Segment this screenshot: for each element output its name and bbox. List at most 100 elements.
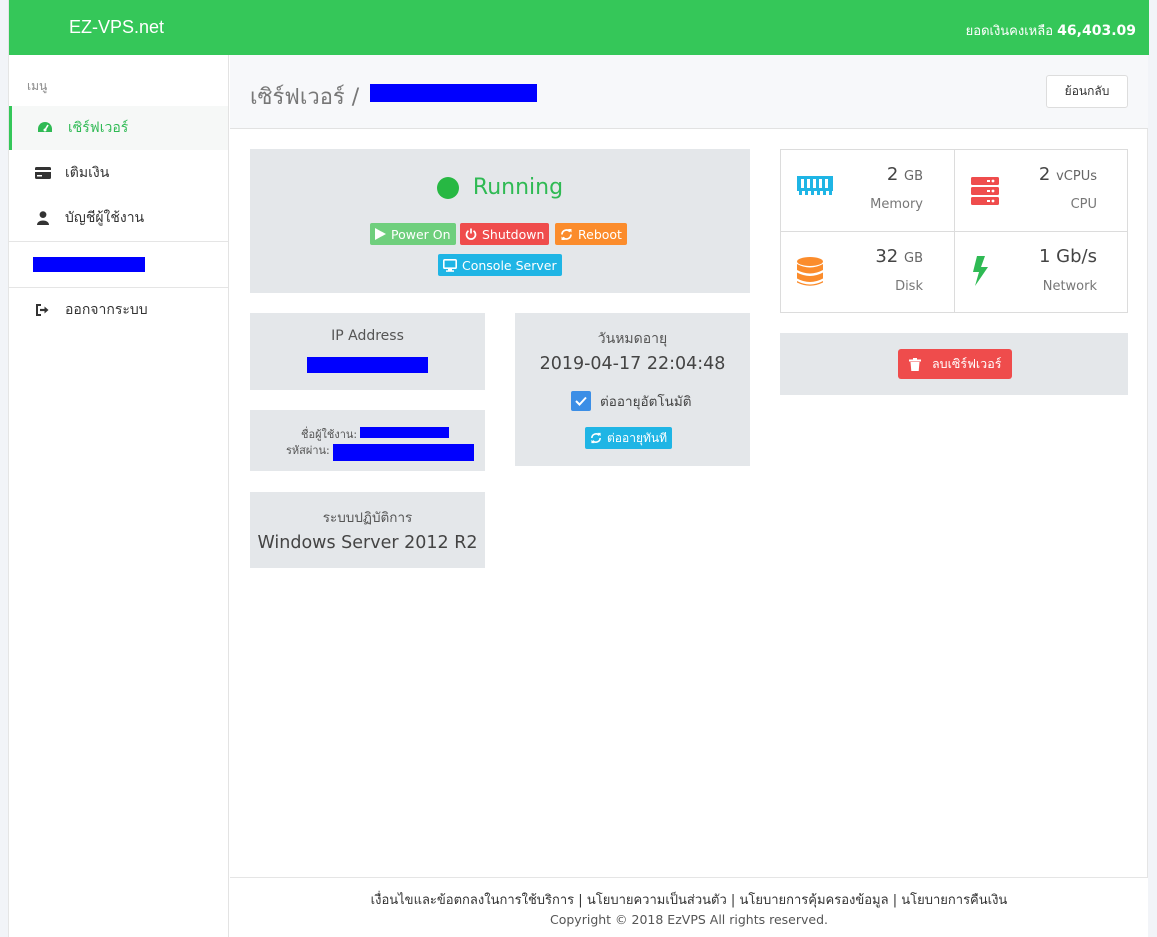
network-value: 1 Gb/s [1039, 246, 1097, 267]
power-on-button[interactable]: Power On [370, 223, 456, 245]
sidebar-item-logout[interactable]: ออกจากระบบ [9, 288, 228, 332]
sidebar-item-label: ออกจากระบบ [65, 302, 148, 318]
sidebar: เมนู เซิร์ฟเวอร์ เติมเงิน บัญชีผู้ใช้งาน [9, 55, 229, 937]
footer-link-privacy[interactable]: นโยบายความเป็นส่วนตัว [587, 893, 727, 908]
cpu-number: 2 [1038, 164, 1051, 185]
cpu-unit: vCPUs [1056, 169, 1097, 184]
renew-now-label: ต่ออายุทันที [607, 430, 667, 445]
spec-network: 1 Gb/s Network [955, 232, 1128, 313]
sidebar-item-label: เซิร์ฟเวอร์ [68, 120, 129, 136]
redacted-ip-address [307, 357, 428, 373]
sidebar-divider [9, 241, 228, 242]
shutdown-label: Shutdown [482, 226, 545, 242]
balance-amount: 46,403.09 [1057, 23, 1136, 39]
network-label: Network [1042, 279, 1097, 294]
refresh-icon [591, 432, 601, 444]
footer: เงื่อนไขและข้อตกลงในการใช้บริการ | นโยบา… [230, 877, 1148, 937]
ip-address-label: IP Address [331, 328, 404, 344]
specs-grid: 2 GB Memory 2 vCPUs CPU 32 GB Disk 1 Gb/… [780, 149, 1128, 313]
cpu-value: 2 vCPUs [1039, 164, 1097, 185]
app-frame: EZ-VPS.net ยอดเงินคงเหลือ 46,403.09 เมนู… [8, 0, 1149, 937]
database-icon [797, 257, 823, 286]
sidebar-heading: เมนู [27, 79, 48, 93]
status-text: Running [472, 175, 564, 200]
page-title: เซิร์ฟเวอร์ / [250, 79, 359, 114]
status-panel: Running Power On Shutdown Reboot Console… [250, 149, 750, 293]
redacted-username [360, 427, 449, 438]
running-status-icon [436, 176, 459, 199]
auto-renew-checkbox[interactable] [571, 391, 591, 411]
footer-separator: | [574, 893, 587, 908]
footer-copyright: Copyright © 2018 EzVPS All rights reserv… [550, 912, 828, 927]
status-line: Running [250, 175, 750, 200]
desktop-icon [443, 258, 457, 272]
back-button[interactable]: ย้อนกลับ [1046, 75, 1128, 108]
dashboard-icon [12, 121, 68, 135]
page-title-text: เซิร์ฟเวอร์ / [250, 85, 360, 110]
memory-icon [797, 176, 833, 195]
credit-card-icon [9, 167, 65, 179]
footer-link-terms[interactable]: เงื่อนไขและข้อตกลงในการใช้บริการ [371, 893, 575, 908]
footer-links: เงื่อนไขและข้อตกลงในการใช้บริการ | นโยบา… [230, 889, 1148, 910]
reboot-button[interactable]: Reboot [555, 223, 627, 245]
power-icon [465, 228, 477, 240]
spec-memory: 2 GB Memory [781, 150, 954, 231]
password-label: รหัสผ่าน: [286, 444, 330, 457]
top-navbar: EZ-VPS.net ยอดเงินคงเหลือ 46,403.09 [9, 0, 1149, 55]
ip-address-panel: IP Address [250, 313, 485, 390]
disk-value: 32 GB [875, 246, 923, 267]
sidebar-item-servers[interactable]: เซิร์ฟเวอร์ [9, 106, 228, 150]
shutdown-button[interactable]: Shutdown [460, 223, 550, 245]
trash-icon [909, 357, 921, 371]
brand-logo[interactable]: EZ-VPS.net [69, 17, 164, 38]
footer-separator: | [888, 893, 902, 908]
reboot-label: Reboot [578, 226, 622, 242]
memory-label: Memory [870, 197, 923, 212]
expiry-panel: วันหมดอายุ 2019-04-17 22:04:48 ต่ออายุอั… [515, 313, 750, 466]
spec-cpu: 2 vCPUs CPU [955, 150, 1128, 231]
memory-number: 2 [886, 164, 899, 185]
console-server-button[interactable]: Console Server [438, 254, 562, 276]
auto-renew-label: ต่ออายุอัตโนมัติ [600, 394, 692, 410]
os-panel: ระบบปฏิบัติการ Windows Server 2012 R2 [250, 492, 485, 568]
balance-label: ยอดเงินคงเหลือ [965, 24, 1054, 39]
memory-value: 2 GB [887, 164, 923, 185]
play-icon [375, 228, 386, 240]
sidebar-item-topup[interactable]: เติมเงิน [9, 151, 228, 195]
sidebar-item-account[interactable]: บัญชีผู้ใช้งาน [9, 196, 228, 240]
user-icon [9, 211, 65, 225]
credentials-panel: ชื่อผู้ใช้งาน: รหัสผ่าน: [250, 410, 485, 471]
page-header: เซิร์ฟเวอร์ / ย้อนกลับ [230, 55, 1148, 129]
memory-unit: GB [904, 169, 923, 184]
disk-unit: GB [904, 251, 923, 266]
power-on-label: Power On [391, 226, 451, 242]
server-icon [971, 177, 999, 205]
cpu-label: CPU [1070, 197, 1097, 212]
redacted-user-block [33, 257, 145, 272]
disk-label: Disk [895, 279, 923, 294]
refresh-icon [561, 228, 572, 240]
auto-renew-row: ต่ออายุอัตโนมัติ [571, 390, 692, 412]
footer-separator: | [726, 893, 740, 908]
console-server-label: Console Server [462, 257, 557, 273]
balance-display: ยอดเงินคงเหลือ 46,403.09 [966, 20, 1136, 41]
expiry-value: 2019-04-17 22:04:48 [539, 354, 726, 374]
os-label: ระบบปฏิบัติการ [322, 510, 413, 526]
sign-out-icon [9, 304, 65, 316]
bolt-icon [973, 256, 988, 286]
footer-link-refund[interactable]: นโยบายการคืนเงิน [901, 893, 1007, 908]
spec-disk: 32 GB Disk [781, 232, 954, 313]
delete-server-label: ลบเซิร์ฟเวอร์ [932, 356, 1002, 371]
os-value: Windows Server 2012 R2 [257, 533, 478, 553]
expiry-label: วันหมดอายุ [597, 331, 668, 347]
redacted-server-name [370, 84, 537, 102]
sidebar-item-label: บัญชีผู้ใช้งาน [65, 210, 145, 226]
sidebar-item-label: เติมเงิน [65, 165, 110, 181]
footer-link-data-protection[interactable]: นโยบายการคุ้มครองข้อมูล [739, 893, 888, 908]
renew-now-button[interactable]: ต่ออายุทันที [585, 427, 672, 449]
check-icon [575, 396, 587, 406]
delete-server-button[interactable]: ลบเซิร์ฟเวอร์ [898, 349, 1013, 379]
delete-panel: ลบเซิร์ฟเวอร์ [780, 333, 1128, 395]
disk-number: 32 [875, 246, 899, 267]
redacted-password [333, 444, 474, 461]
